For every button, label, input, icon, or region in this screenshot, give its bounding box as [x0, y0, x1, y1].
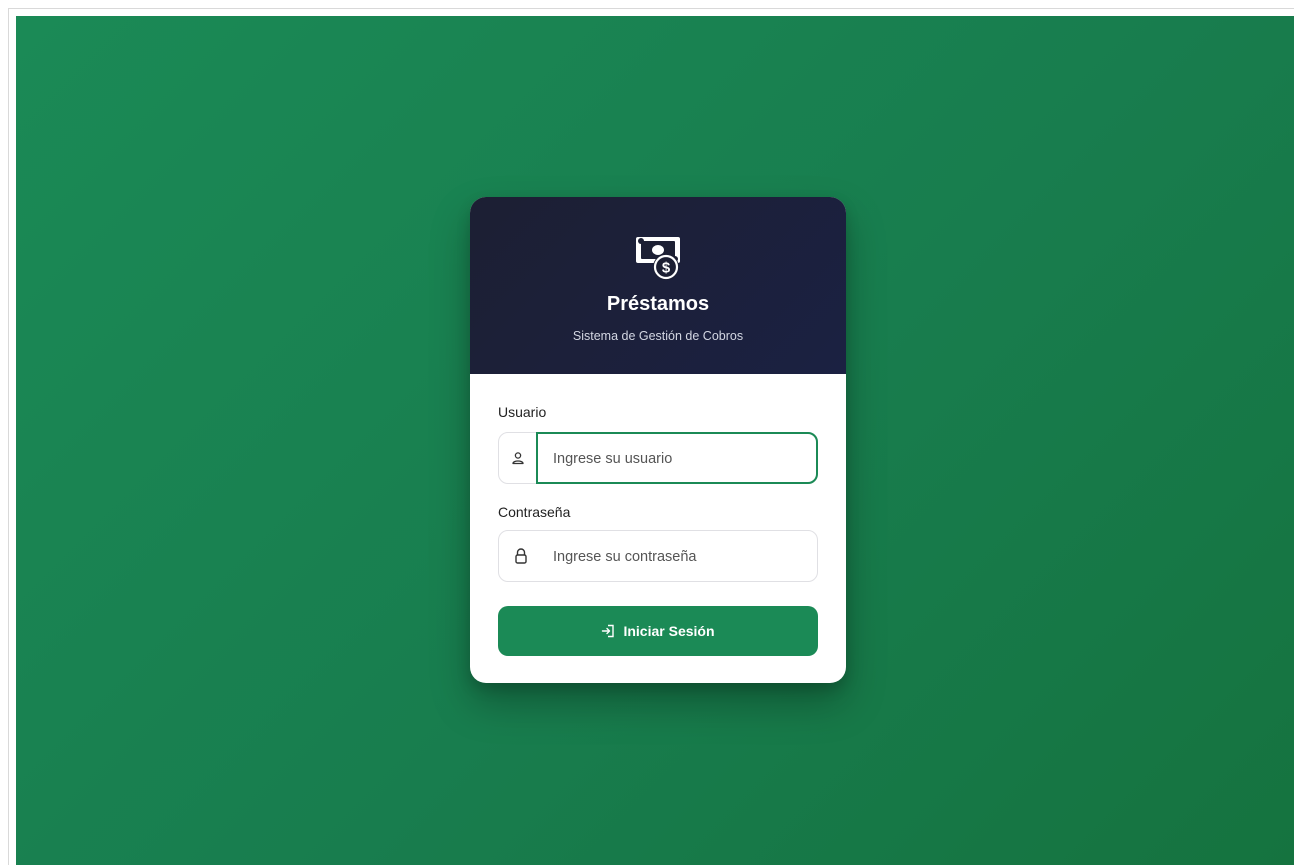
login-header: $ Préstamos Sistema de Gestión de Cobros — [470, 197, 846, 374]
login-form: Usuario Contraseña — [470, 374, 846, 683]
password-label: Contraseña — [498, 504, 571, 520]
lock-icon-box — [502, 531, 540, 581]
money-bill-dollar-icon: $ — [636, 237, 680, 280]
login-button[interactable]: Iniciar Sesión — [498, 606, 818, 656]
user-icon-box — [499, 433, 537, 483]
username-input[interactable] — [551, 447, 805, 471]
password-field[interactable] — [498, 530, 818, 582]
app-subtitle: Sistema de Gestión de Cobros — [572, 329, 744, 343]
lock-icon — [515, 548, 527, 564]
sign-in-icon — [602, 624, 615, 638]
password-input[interactable] — [551, 545, 805, 569]
page-background: $ Préstamos Sistema de Gestión de Cobros… — [16, 16, 1294, 865]
login-button-label: Iniciar Sesión — [623, 623, 715, 639]
username-field[interactable] — [498, 432, 818, 484]
username-label: Usuario — [498, 404, 547, 420]
app-title: Préstamos — [606, 293, 710, 315]
login-card: $ Préstamos Sistema de Gestión de Cobros… — [470, 197, 846, 683]
user-icon — [512, 452, 524, 465]
svg-text:$: $ — [662, 260, 671, 277]
